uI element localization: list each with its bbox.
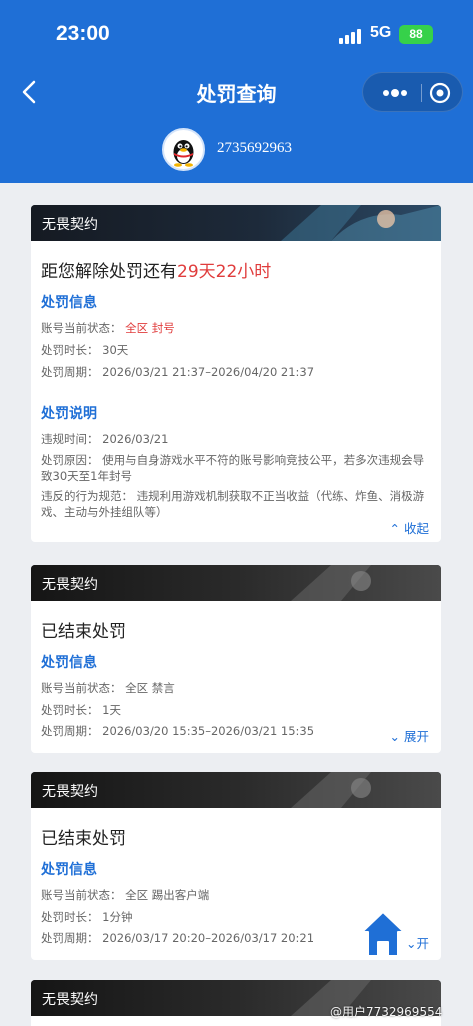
- expand-label: 开: [416, 936, 429, 951]
- period-row: 处罚周期： 2026/03/20 15:35–2026/03/21 15:35: [41, 723, 433, 739]
- duration-row: 处罚时长： 30天: [41, 342, 433, 358]
- status-time: 23:00: [56, 22, 110, 45]
- penalty-desc-title: 处罚说明: [41, 406, 97, 422]
- home-icon[interactable]: [358, 906, 408, 962]
- reason-label: 处罚原因：: [41, 453, 99, 467]
- chevron-down-icon: ⌄: [389, 729, 400, 744]
- header: 23:00 5G 88 处罚查询 2735692963: [0, 0, 473, 183]
- status-label: 账号当前状态：: [41, 888, 122, 902]
- watermark: @用户7732969554: [330, 1005, 443, 1019]
- banner-title: 无畏契约: [42, 217, 98, 233]
- violation-time-label: 违规时间：: [41, 432, 99, 446]
- account-info: 2735692963: [162, 128, 362, 172]
- period-value: 2026/03/21 21:37–2026/04/20 21:37: [102, 365, 315, 379]
- duration-label: 处罚时长：: [41, 703, 99, 717]
- status-bar: 23:00 5G 88: [0, 0, 473, 70]
- status-row: 账号当前状态： 全区 禁言: [41, 680, 433, 696]
- more-icon[interactable]: [375, 73, 413, 113]
- rule-row: 违反的行为规范： 违规利用游戏机制获取不正当收益（代练、炸鱼、消极游戏、主动与外…: [41, 488, 433, 520]
- battery-icon: 88: [399, 25, 433, 44]
- rule-label: 违反的行为规范：: [41, 489, 133, 503]
- expand-button[interactable]: ⌄开: [406, 933, 429, 952]
- expand-button[interactable]: ⌄ 展开: [390, 726, 429, 745]
- collapse-button[interactable]: ⌃ 收起: [390, 518, 429, 537]
- penalty-info-title: 处罚信息: [41, 862, 97, 878]
- penalty-card-active: 无畏契约 距您解除处罚还有29天22小时 处罚信息 账号当前状态： 全区 封号 …: [31, 205, 441, 542]
- nav-bar: 处罚查询: [0, 70, 473, 114]
- duration-value: 1分钟: [102, 910, 133, 924]
- card-banner: 无畏契约: [31, 772, 441, 808]
- account-number: 2735692963: [217, 140, 292, 156]
- duration-row: 处罚时长： 1天: [41, 702, 433, 718]
- duration-label: 处罚时长：: [41, 343, 99, 357]
- penalty-status-headline: 已结束处罚: [41, 829, 126, 849]
- reason-row: 处罚原因： 使用与自身游戏水平不符的账号影响竞技公平，若多次违规会导致30天至1…: [41, 452, 433, 484]
- countdown-prefix: 距您解除处罚还有: [41, 262, 177, 282]
- mini-program-capsule: [362, 72, 463, 112]
- status-value: 全区 禁言: [125, 681, 175, 695]
- duration-label: 处罚时长：: [41, 910, 99, 924]
- penalty-info-title: 处罚信息: [41, 655, 97, 671]
- status-value: 全区 踢出客户端: [125, 888, 210, 902]
- reason-value: 使用与自身游戏水平不符的账号影响竞技公平，若多次违规会导致30天至1年封号: [41, 453, 425, 483]
- card-banner: 无畏契约: [31, 205, 441, 241]
- close-program-icon[interactable]: [427, 80, 453, 106]
- banner-title: 无畏契约: [42, 992, 98, 1008]
- collapse-label: 收起: [403, 521, 429, 536]
- chevron-up-icon: ⌃: [389, 521, 400, 536]
- period-row: 处罚周期： 2026/03/21 21:37–2026/04/20 21:37: [41, 364, 433, 380]
- status-row: 账号当前状态： 全区 踢出客户端: [41, 887, 433, 903]
- penalty-info-title: 处罚信息: [41, 295, 97, 311]
- network-type: 5G: [370, 24, 392, 41]
- unban-countdown: 距您解除处罚还有29天22小时: [41, 257, 271, 282]
- violation-time-value: 2026/03/21: [102, 432, 169, 446]
- duration-value: 30天: [102, 343, 129, 357]
- countdown-value: 29天22小时: [177, 262, 272, 282]
- penalty-card-ended: 无畏契约 已结束处罚 处罚信息 账号当前状态： 全区 禁言 处罚时长： 1天 处…: [31, 565, 441, 753]
- violation-time-row: 违规时间： 2026/03/21: [41, 431, 433, 447]
- period-label: 处罚周期：: [41, 724, 99, 738]
- status-label: 账号当前状态：: [41, 681, 122, 695]
- penalty-status-headline: 已结束处罚: [41, 622, 126, 642]
- period-value: 2026/03/17 20:20–2026/03/17 20:21: [102, 931, 315, 945]
- qq-penguin-icon: [173, 140, 194, 167]
- duration-value: 1天: [102, 703, 121, 717]
- capsule-divider: [421, 84, 422, 102]
- banner-title: 无畏契约: [42, 784, 98, 800]
- period-label: 处罚周期：: [41, 931, 99, 945]
- status-value: 全区 封号: [125, 321, 175, 335]
- signal-icon: [339, 28, 363, 44]
- qq-avatar: [162, 128, 205, 171]
- card-banner: 无畏契约: [31, 565, 441, 601]
- status-label: 账号当前状态：: [41, 321, 122, 335]
- status-row: 账号当前状态： 全区 封号: [41, 320, 433, 336]
- period-value: 2026/03/20 15:35–2026/03/21 15:35: [102, 724, 315, 738]
- period-label: 处罚周期：: [41, 365, 99, 379]
- expand-label: 展开: [403, 729, 429, 744]
- banner-title: 无畏契约: [42, 577, 98, 593]
- battery-level: 88: [409, 27, 423, 41]
